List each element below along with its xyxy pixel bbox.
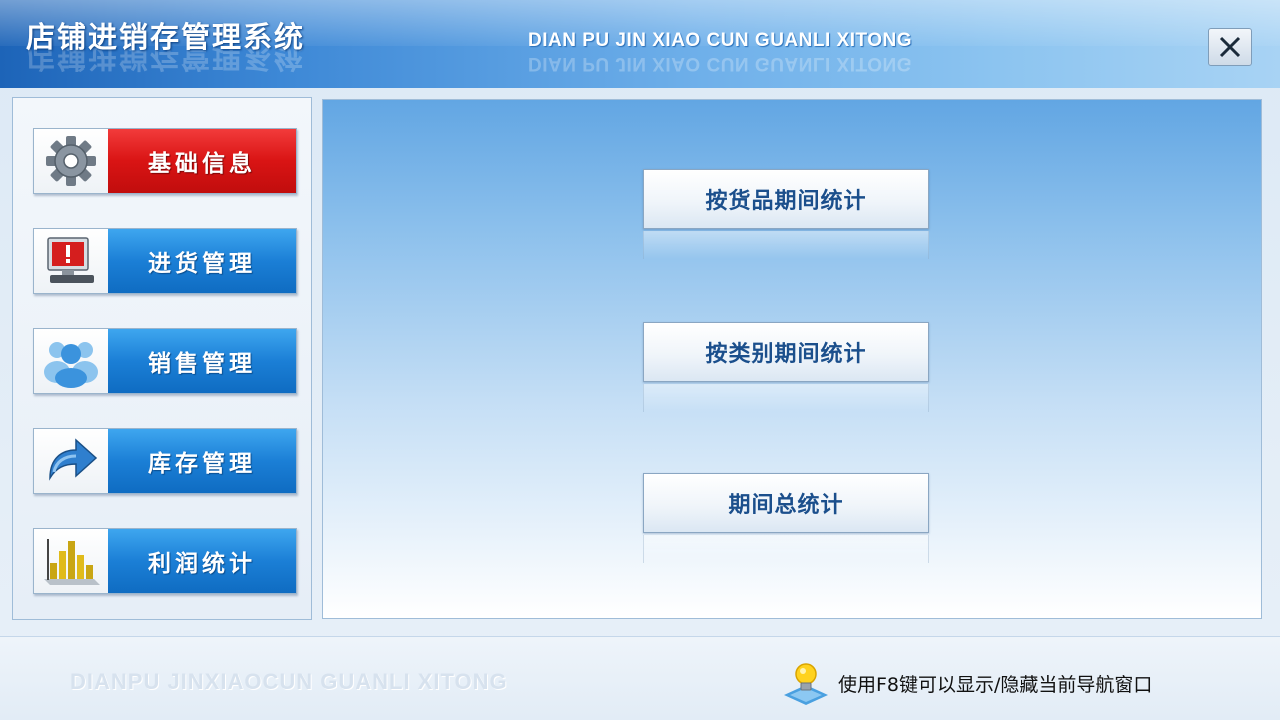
- app-subtitle: DIAN PU JIN XIAO CUN GUANLI XITONG: [528, 30, 913, 51]
- close-icon: [1219, 36, 1241, 58]
- button-reflection: [643, 231, 929, 259]
- nav-item-purchase[interactable]: 进货管理: [33, 228, 297, 294]
- app-subtitle-reflection: DIAN PU JIN XIAO CUN GUANLI XITONG: [528, 53, 913, 74]
- nav-label: 基础信息: [108, 129, 296, 193]
- stat-by-product-button[interactable]: 按货品期间统计: [643, 169, 929, 229]
- nav-toggle-hint: 使用F8键可以显示/隐藏当前导航窗口: [782, 663, 1153, 705]
- title-bar: 店铺进销存管理系统 店铺进销存管理系统 DIAN PU JIN XIAO CUN…: [0, 0, 1280, 88]
- gear-icon: [34, 129, 108, 193]
- stat-period-total-button[interactable]: 期间总统计: [643, 473, 929, 533]
- arrow-icon: [34, 429, 108, 493]
- nav-label: 进货管理: [108, 229, 296, 293]
- nav-panel: 基础信息 进货管理 销售管理 库存管理 利润统计: [12, 97, 312, 620]
- nav-item-profit[interactable]: 利润统计: [33, 528, 297, 594]
- warning-monitor-icon: [34, 229, 108, 293]
- users-icon: [34, 329, 108, 393]
- nav-item-sales[interactable]: 销售管理: [33, 328, 297, 394]
- app-window: 店铺进销存管理系统 店铺进销存管理系统 DIAN PU JIN XIAO CUN…: [0, 0, 1280, 720]
- button-reflection: [643, 535, 929, 563]
- status-bar: DIANPU JINXIAOCUN GUANLI XITONG 使用F8键可以显…: [0, 636, 1280, 720]
- nav-item-basic-info[interactable]: 基础信息: [33, 128, 297, 194]
- app-title: 店铺进销存管理系统: [26, 20, 306, 54]
- button-reflection: [643, 384, 929, 412]
- footer-brand: DIANPU JINXIAOCUN GUANLI XITONG: [70, 669, 508, 694]
- hint-text: 使用F8键可以显示/隐藏当前导航窗口: [838, 673, 1153, 696]
- bar-chart-icon: [34, 529, 108, 593]
- close-button[interactable]: [1208, 28, 1252, 66]
- stat-by-category-button[interactable]: 按类别期间统计: [643, 322, 929, 382]
- nav-label: 利润统计: [108, 529, 296, 593]
- lightbulb-icon: [784, 663, 828, 705]
- nav-label: 库存管理: [108, 429, 296, 493]
- nav-label: 销售管理: [108, 329, 296, 393]
- nav-item-inventory[interactable]: 库存管理: [33, 428, 297, 494]
- main-panel: 按货品期间统计 按类别期间统计 期间总统计: [322, 99, 1262, 619]
